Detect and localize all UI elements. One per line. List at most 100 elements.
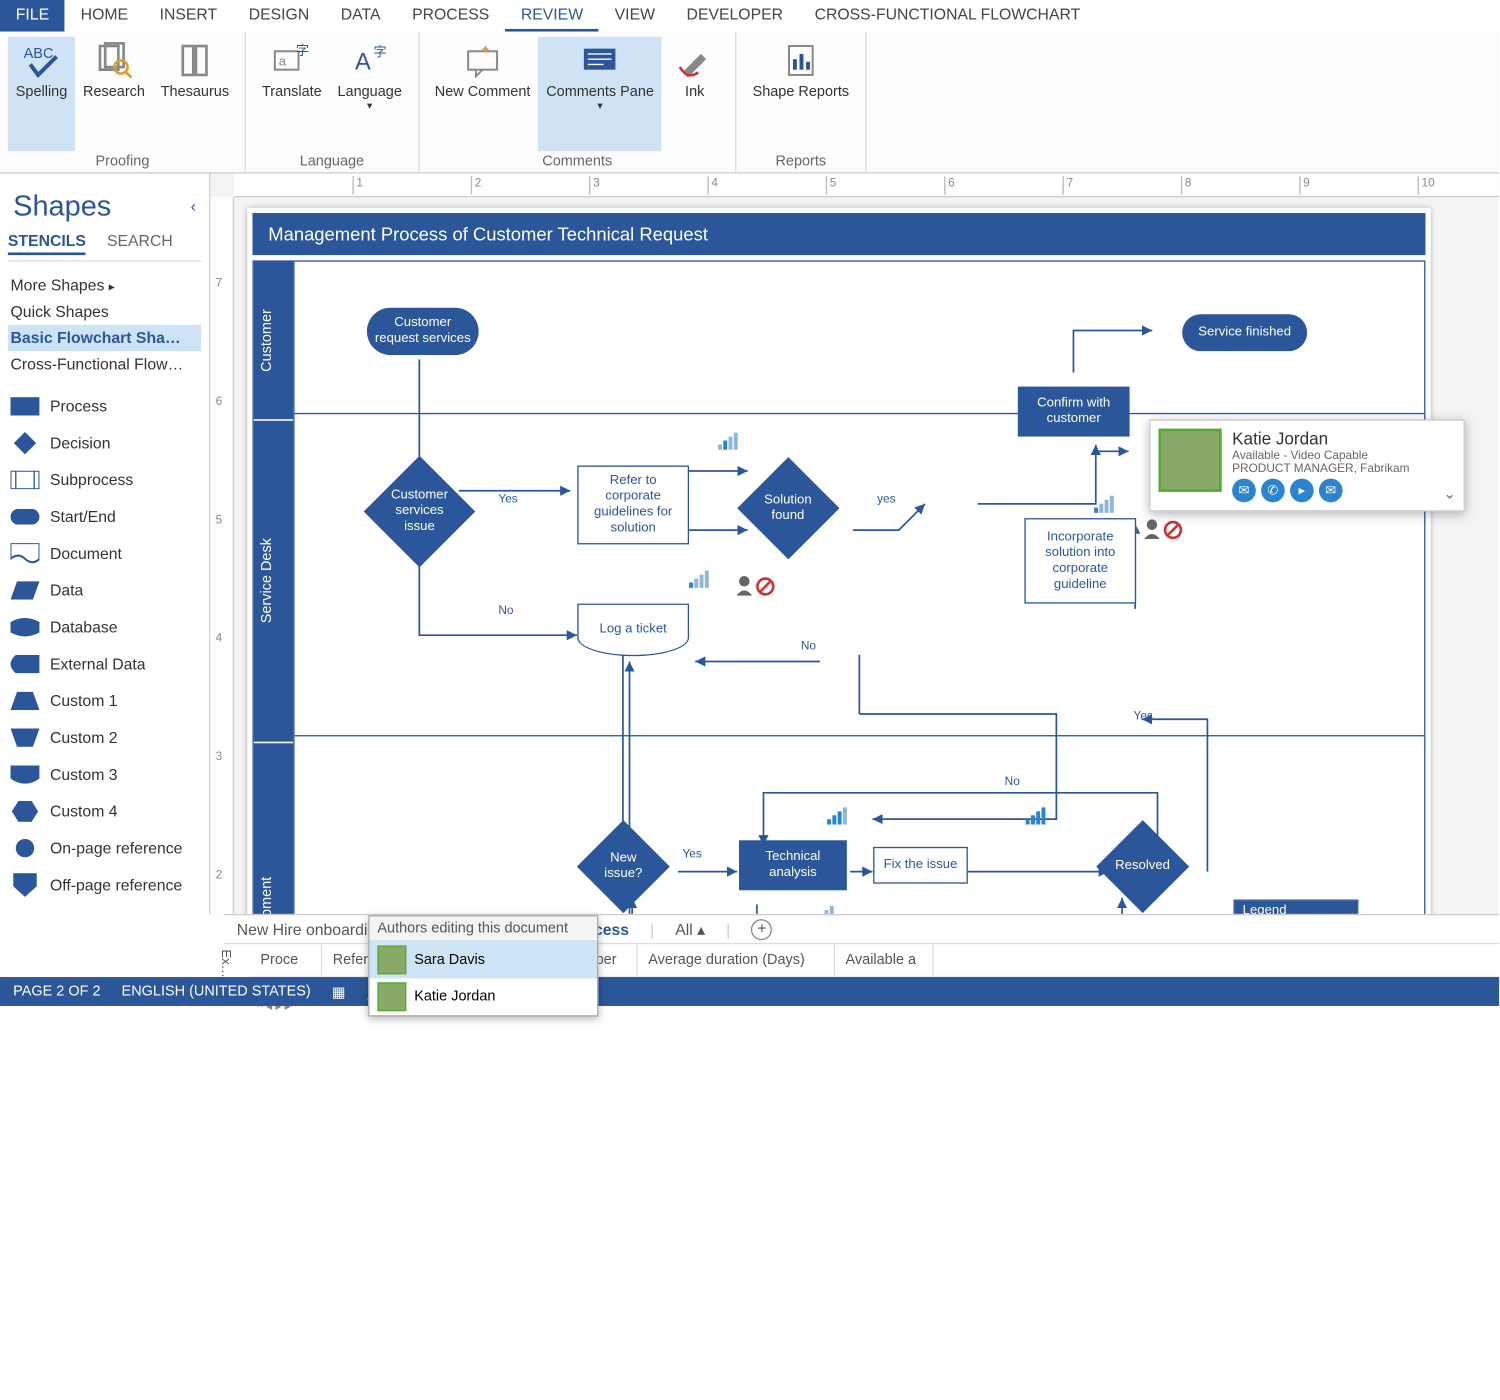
shape-onpageref[interactable]: On-page reference [8,830,201,867]
shape-startend[interactable]: Start/End [8,498,201,535]
edge-no: No [498,604,513,617]
svg-text:字: 字 [374,45,387,60]
databar-icon [827,807,847,831]
col-avail[interactable]: Available a [835,944,934,976]
shape-offpageref[interactable]: Off-page reference [8,867,201,904]
shape-document[interactable]: Document [8,535,201,572]
shape-reports-button[interactable]: Shape Reports [745,37,857,151]
node-refer[interactable]: Refer to corporate guidelines for soluti… [577,466,689,545]
video-icon[interactable]: ▸ [1290,479,1314,503]
tab-developer[interactable]: DEVELOPER [671,0,799,32]
lane-servicedesk[interactable]: Service Desk [254,421,293,743]
sheet-newhire[interactable]: New Hire onboarding [237,920,385,938]
node-fix[interactable]: Fix the issue [873,847,968,884]
col-avgdur[interactable]: Average duration (Days) [638,944,835,976]
node-confirm[interactable]: Confirm with customer [1018,387,1130,437]
person-blocked-icon [860,913,899,914]
shape-custom3[interactable]: Custom 3 [8,756,201,793]
shapes-title: Shapes [13,189,111,223]
tab-crossfunctional[interactable]: CROSS-FUNCTIONAL FLOWCHART [799,0,1096,32]
basic-flowchart-link[interactable]: Basic Flowchart Sha… [8,325,201,351]
edge-yes2: yes [877,492,895,505]
comments-group-label: Comments [427,151,728,172]
thesaurus-button[interactable]: Thesaurus [153,37,237,151]
databar-icon [814,906,834,914]
node-solfound[interactable]: Solution found [737,457,839,559]
presence-card[interactable]: Katie Jordan Available - Video Capable P… [1149,419,1465,511]
node-resolved[interactable]: Resolved [1096,820,1189,913]
quick-shapes-link[interactable]: Quick Shapes [8,299,201,325]
new-comment-button[interactable]: ✦ New Comment [427,37,538,151]
chat-icon[interactable]: ✉ [1319,479,1343,503]
databar-icon [689,571,709,595]
canvas[interactable]: 12345678910 765432 Management Process of… [210,174,1499,914]
status-language[interactable]: ENGLISH (UNITED STATES) [122,984,311,1000]
tab-view[interactable]: VIEW [599,0,671,32]
presence-name: Katie Jordan [1232,429,1433,449]
sheet-all[interactable]: All ▴ [675,920,705,938]
proofing-group-label: Proofing [8,151,237,172]
node-service-finished[interactable]: Service finished [1182,314,1307,351]
node-request-services[interactable]: Customer request services [367,308,479,355]
tab-design[interactable]: DESIGN [233,0,325,32]
tab-file[interactable]: FILE [0,0,65,32]
diagram-page[interactable]: Management Process of Customer Technical… [247,208,1431,914]
presence-status: Available - Video Capable [1232,448,1433,461]
databar-icon [1026,807,1046,831]
mail-icon[interactable]: ✉ [1232,479,1256,503]
tab-home[interactable]: HOME [65,0,144,32]
authors-popup: Authors editing this document Sara Davis… [368,915,598,1016]
edge-yes3: Yes [1134,709,1153,722]
shapes-pane: Shapes ‹ STENCILS SEARCH More Shapes ▸ Q… [0,174,210,914]
author-katie[interactable]: Katie Jordan [370,978,597,1015]
tab-review[interactable]: REVIEW [505,0,599,32]
node-newissue[interactable]: New issue? [577,820,670,913]
collapse-icon[interactable]: ‹ [191,197,196,215]
status-page[interactable]: PAGE 2 OF 2 [13,984,100,1000]
lane-customer[interactable]: Customer [254,262,293,421]
spelling-button[interactable]: ABC Spelling [8,37,75,151]
status-macro-icon[interactable]: ▦ [332,983,346,1000]
svg-text:a: a [279,54,287,69]
avatar [1159,429,1222,492]
person-blocked-icon [1143,518,1182,539]
node-incorp[interactable]: Incorporate solution into corporate guid… [1024,518,1136,603]
shape-custom2[interactable]: Custom 2 [8,719,201,756]
expand-icon[interactable]: ⌄ [1444,485,1456,502]
tab-insert[interactable]: INSERT [144,0,233,32]
presence-role: PRODUCT MANAGER, Fabrikam [1232,462,1433,475]
phone-icon[interactable]: ✆ [1261,479,1285,503]
shape-custom4[interactable]: Custom 4 [8,793,201,830]
author-sara[interactable]: Sara Davis [370,942,597,979]
shape-externaldata[interactable]: External Data [8,646,201,683]
node-techanal[interactable]: Technical analysis [739,840,847,890]
crossfunctional-link[interactable]: Cross-Functional Flow… [8,351,201,377]
comments-pane-button[interactable]: Comments Pane▾ [538,37,662,151]
ribbon-tabs: FILE HOME INSERT DESIGN DATA PROCESS REV… [0,0,1499,32]
add-sheet-button[interactable]: + [751,919,772,940]
research-button[interactable]: Research [75,37,153,151]
shape-database[interactable]: Database [8,609,201,646]
shape-subprocess[interactable]: Subprocess [8,462,201,499]
col-proce[interactable]: Proce [250,944,322,976]
shape-process[interactable]: Process [8,388,201,425]
shape-data[interactable]: Data [8,572,201,609]
node-log[interactable]: Log a ticket [577,604,689,657]
legend: Legend Average duration (Days) Max 1 Max… [1233,899,1358,913]
ink-button[interactable]: Ink [662,37,728,151]
stencils-tab[interactable]: STENCILS [8,231,86,255]
diagram-title: Management Process of Customer Technical… [252,213,1425,255]
tab-process[interactable]: PROCESS [396,0,505,32]
shape-custom1[interactable]: Custom 1 [8,682,201,719]
edge-yes: Yes [498,492,517,505]
language-button[interactable]: A字 Language▾ [330,37,410,151]
databar-icon [1094,496,1114,520]
edge-no4: No [1005,775,1020,788]
more-shapes-link[interactable]: More Shapes ▸ [8,272,201,298]
lane-itdev[interactable]: IT Development [254,743,293,914]
translate-button[interactable]: a字 Translate [254,37,330,151]
shape-decision[interactable]: Decision [8,425,201,462]
node-csissue[interactable]: Customer services issue [364,456,476,568]
search-tab[interactable]: SEARCH [107,231,173,255]
tab-data[interactable]: DATA [325,0,396,32]
